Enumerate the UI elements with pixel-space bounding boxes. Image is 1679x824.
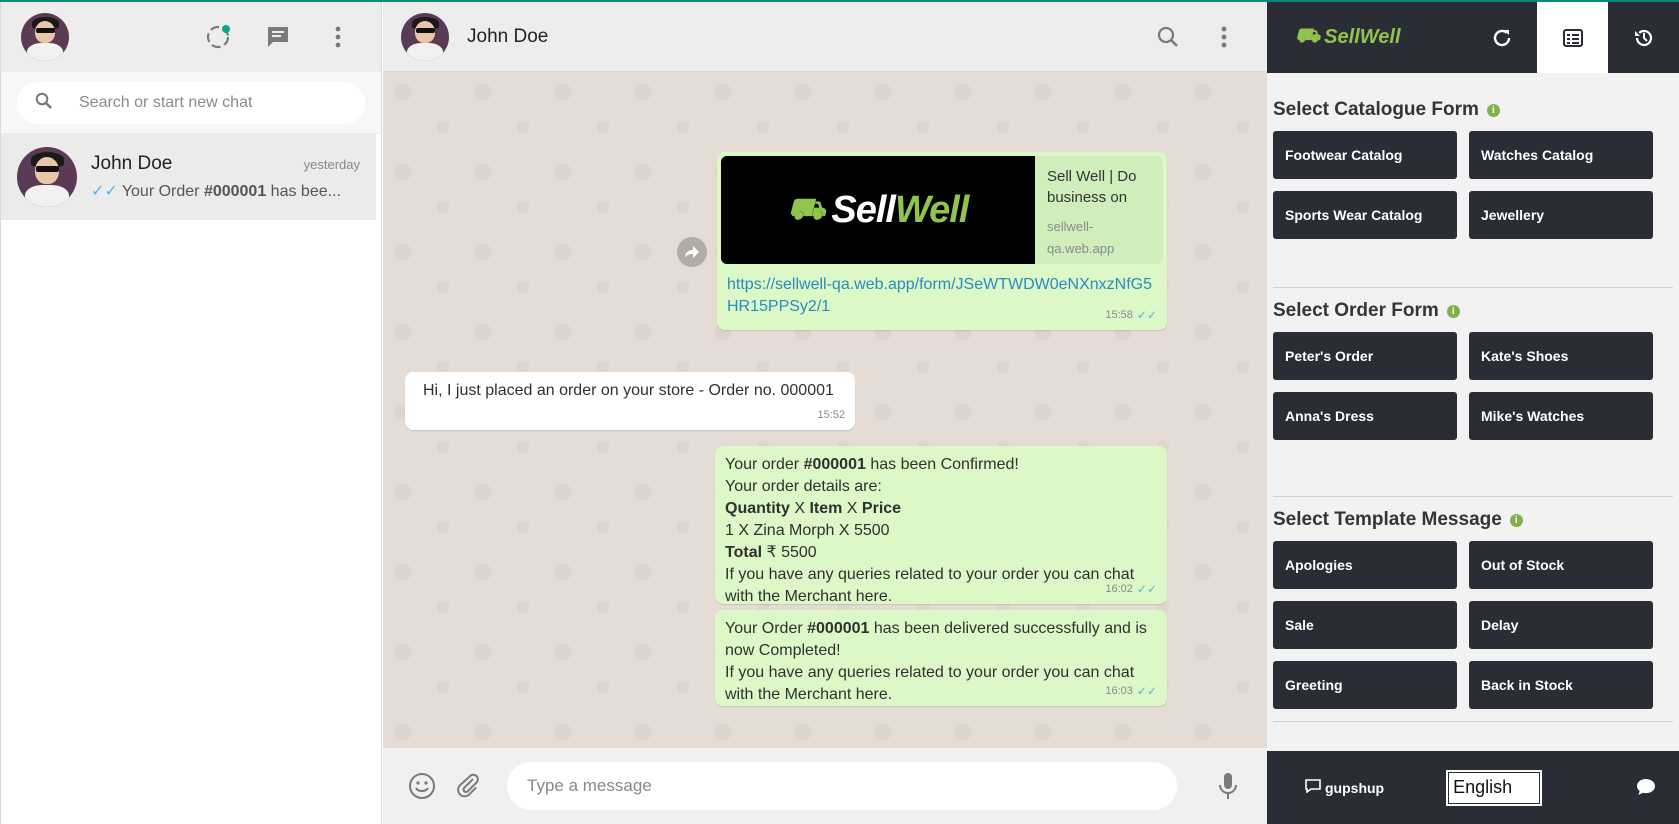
cart-icon: ⛟: [787, 193, 826, 226]
message-list: ⛟ SellWell Sell Well | Do business on se…: [383, 72, 1267, 748]
section-title-order: Select Order Form i: [1273, 300, 1673, 322]
message-composer: [383, 748, 1267, 824]
attach-icon[interactable]: [453, 771, 483, 801]
refresh-icon[interactable]: [1467, 2, 1538, 73]
left-header: [1, 2, 381, 72]
info-icon[interactable]: i: [1486, 103, 1500, 117]
chat-last-message: ✓✓ Your Order #000001 has bee...: [91, 183, 341, 200]
message-text: Hi, I just placed an order on your store…: [423, 382, 834, 399]
sellwell-header: ⛟ SellWell: [1267, 2, 1679, 73]
peters-order-button[interactable]: Peter's Order: [1273, 332, 1457, 380]
menu-icon[interactable]: [1209, 22, 1239, 52]
sports-wear-catalog-button[interactable]: Sports Wear Catalog: [1273, 191, 1457, 239]
microphone-icon[interactable]: [1213, 771, 1243, 801]
message-time: 16:03 ✓✓: [1105, 680, 1157, 702]
message-time: 15:52: [817, 409, 845, 421]
message-url-link[interactable]: https://sellwell-qa.web.app/form/JSeWTWD…: [721, 274, 1163, 318]
double-tick-icon: ✓✓: [1136, 308, 1157, 322]
message-input-box: [507, 762, 1177, 810]
watches-catalog-button[interactable]: Watches Catalog: [1469, 131, 1653, 179]
my-avatar[interactable]: [21, 13, 69, 61]
catalogue-form-section: Select Catalogue Form i Footwear Catalog …: [1267, 99, 1679, 239]
chat-name: John Doe: [91, 153, 173, 174]
search-icon: [35, 92, 53, 115]
message-time: 16:02 ✓✓: [1105, 578, 1157, 600]
message-order-delivered: Your Order #000001 has been delivered su…: [715, 610, 1167, 706]
search-input[interactable]: [79, 94, 347, 112]
link-preview-title: Sell Well | Do business on: [1046, 168, 1137, 206]
jewellery-button[interactable]: Jewellery: [1469, 191, 1653, 239]
template-message-section: Select Template Message i Apologies Out o…: [1267, 509, 1679, 709]
sale-button[interactable]: Sale: [1273, 601, 1457, 649]
search-bar: [1, 72, 381, 134]
forms-tab-icon[interactable]: [1537, 2, 1609, 73]
back-in-stock-button[interactable]: Back in Stock: [1469, 661, 1653, 709]
chat-time: yesterday: [303, 157, 360, 172]
footwear-catalog-button[interactable]: Footwear Catalog: [1273, 131, 1457, 179]
emoji-icon[interactable]: [407, 771, 437, 801]
message-incoming: Hi, I just placed an order on your store…: [405, 372, 855, 430]
message-text: Your order #000001 has been Confirmed! Y…: [725, 456, 1135, 605]
greeting-button[interactable]: Greeting: [1273, 661, 1457, 709]
sellwell-footer: gupshup English: [1267, 751, 1679, 824]
double-tick-icon: ✓✓: [1136, 684, 1157, 698]
double-tick-icon: ✓✓: [1136, 582, 1157, 596]
contact-name[interactable]: John Doe: [467, 26, 548, 48]
menu-icon[interactable]: [323, 22, 353, 52]
info-icon[interactable]: i: [1509, 513, 1523, 527]
message-time: 15:58 ✓✓: [1105, 304, 1157, 326]
order-form-section: Select Order Form i Peter's Order Kate's …: [1267, 300, 1679, 440]
info-icon[interactable]: i: [1446, 304, 1460, 318]
kates-shoes-button[interactable]: Kate's Shoes: [1469, 332, 1653, 380]
conversation-header: John Doe: [383, 2, 1267, 72]
link-preview[interactable]: ⛟ SellWell Sell Well | Do business on se…: [721, 156, 1163, 264]
app-root: John Doe yesterday ✓✓Your Order #000001 …: [0, 0, 1679, 824]
message-text: Your Order #000001 has been delivered su…: [725, 620, 1147, 703]
message-input[interactable]: [527, 776, 1157, 796]
contact-avatar: [17, 147, 77, 207]
mikes-watches-button[interactable]: Mike's Watches: [1469, 392, 1653, 440]
status-icon[interactable]: [203, 22, 233, 52]
contact-header-avatar[interactable]: [401, 12, 449, 61]
history-icon[interactable]: [1608, 2, 1679, 73]
cart-icon: ⛟: [1295, 25, 1321, 47]
gupshup-logo: gupshup: [1305, 779, 1384, 796]
out-of-stock-button[interactable]: Out of Stock: [1469, 541, 1653, 589]
double-tick-icon: ✓✓: [91, 183, 118, 200]
sellwell-logo-image: ⛟ SellWell: [721, 156, 1035, 264]
sellwell-panel: ⛟ SellWell Select Catalogue Form i Footwea…: [1267, 2, 1679, 824]
divider: [1273, 721, 1673, 722]
section-title-template: Select Template Message i: [1273, 509, 1673, 531]
forward-icon[interactable]: [677, 237, 707, 267]
apologies-button[interactable]: Apologies: [1273, 541, 1457, 589]
chat-bubble-icon[interactable]: [1635, 777, 1657, 802]
delay-button[interactable]: Delay: [1469, 601, 1653, 649]
search-box: [17, 82, 365, 124]
conversation-panel: John Doe ⛟ SellWell Sell Well | Do busin…: [383, 2, 1267, 824]
message-link: ⛟ SellWell Sell Well | Do business on se…: [717, 152, 1167, 330]
chat-list-item[interactable]: John Doe yesterday ✓✓ Your Order #000001 …: [1, 134, 376, 220]
annas-dress-button[interactable]: Anna's Dress: [1273, 392, 1457, 440]
sellwell-logo: ⛟ SellWell: [1295, 25, 1401, 48]
message-order-confirmed: Your order #000001 has been Confirmed! Y…: [715, 446, 1167, 605]
gupshup-icon: [1305, 779, 1321, 796]
chat-list-panel: John Doe yesterday ✓✓Your Order #000001 …: [0, 2, 382, 824]
link-preview-domain: sellwell-qa.web.app: [1046, 219, 1115, 256]
divider: [1273, 287, 1673, 288]
divider: [1273, 496, 1673, 497]
search-icon[interactable]: [1153, 22, 1183, 52]
section-title-catalogue: Select Catalogue Form i: [1273, 99, 1673, 121]
language-select[interactable]: English: [1446, 769, 1543, 806]
new-chat-icon[interactable]: [263, 22, 293, 52]
